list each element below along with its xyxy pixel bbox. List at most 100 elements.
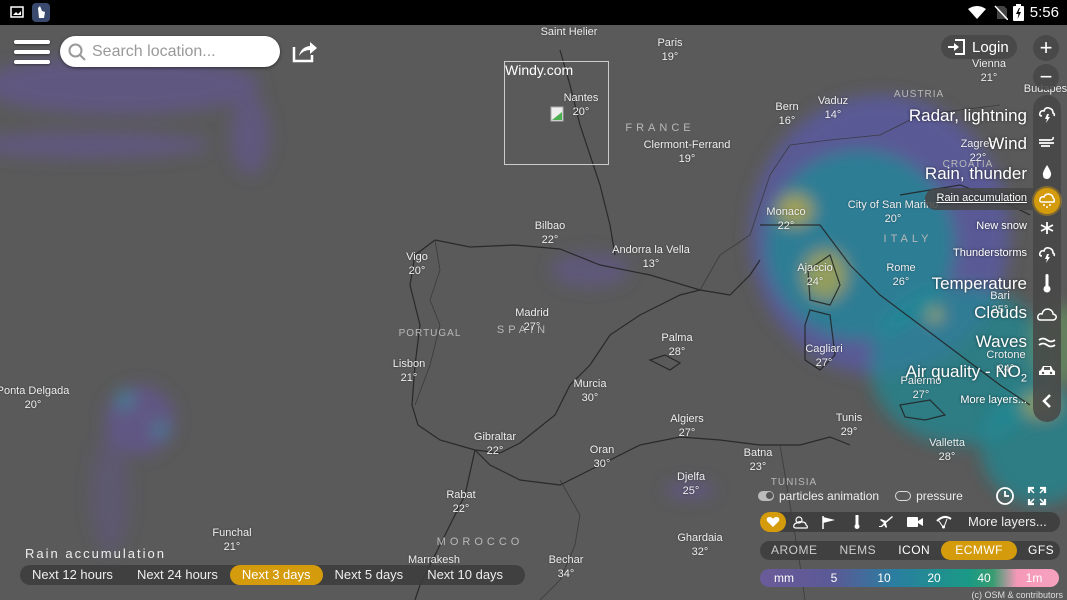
chevron-left-icon[interactable]: [1035, 389, 1059, 413]
layer-air-quality[interactable]: Air quality - NO2: [906, 362, 1027, 384]
webcam-icon[interactable]: [904, 512, 926, 532]
layer-temperature[interactable]: Temperature: [932, 274, 1027, 294]
layer-wind[interactable]: Wind: [988, 134, 1027, 154]
city-label[interactable]: Ghardaia 32°: [677, 531, 722, 559]
city-temperature: 34°: [557, 568, 575, 580]
snowflake-icon[interactable]: [1035, 216, 1059, 240]
raindrop-icon[interactable]: [1035, 160, 1059, 184]
zoom-in-button[interactable]: +: [1033, 35, 1059, 61]
layer-more-layers[interactable]: More layers...: [960, 394, 1027, 406]
time-tab-5d[interactable]: Next 5 days: [323, 565, 416, 585]
city-label[interactable]: Bechar 34°: [549, 553, 584, 581]
pressure-label: pressure: [916, 489, 963, 503]
layer-radar-lightning[interactable]: Radar, lightning: [909, 106, 1027, 126]
paraglider-icon[interactable]: [933, 512, 955, 532]
city-label[interactable]: Batna 23°: [744, 446, 773, 474]
city-label[interactable]: Clermont-Ferrand 19°: [644, 138, 731, 166]
time-tab-24h[interactable]: Next 24 hours: [125, 565, 230, 585]
city-label[interactable]: Djelfa 25°: [677, 470, 705, 498]
model-nems[interactable]: NEMS: [829, 541, 888, 560]
layer-waves[interactable]: Waves: [976, 332, 1027, 352]
airplane-icon[interactable]: [875, 512, 897, 532]
city-name: Oran: [589, 444, 615, 456]
share-icon[interactable]: [292, 39, 318, 63]
time-tab-3d[interactable]: Next 3 days: [229, 565, 323, 585]
model-icon[interactable]: ICON: [887, 541, 941, 560]
city-label[interactable]: Paris 19°: [657, 36, 682, 64]
fullscreen-icon[interactable]: [1027, 486, 1047, 506]
city-label[interactable]: Vigo 20°: [406, 250, 428, 278]
city-label[interactable]: Madrid 27°: [515, 306, 549, 334]
model-gfs[interactable]: GFS: [1017, 541, 1065, 560]
login-button[interactable]: Login: [941, 35, 1017, 59]
city-name: Batna: [743, 447, 773, 459]
city-name: Ghardaia: [677, 532, 723, 544]
model-ecmwf[interactable]: ECMWF: [941, 541, 1018, 560]
city-label[interactable]: Murcia 30°: [573, 377, 606, 405]
layer-thunderstorms[interactable]: Thunderstorms: [953, 247, 1027, 259]
clock-icon[interactable]: [995, 486, 1015, 506]
city-label[interactable]: Rome 26°: [886, 261, 915, 289]
city-label[interactable]: Bilbao 22°: [535, 219, 566, 247]
city-temperature: 20°: [884, 213, 902, 225]
thermometer-icon[interactable]: [846, 512, 868, 532]
city-label[interactable]: Algiers 27°: [670, 412, 704, 440]
country-label: PORTUGAL: [398, 328, 462, 339]
thunderstorm-icon[interactable]: [1035, 243, 1059, 267]
layer-rain-thunder[interactable]: Rain, thunder: [925, 164, 1027, 184]
city-label[interactable]: Valletta 28°: [929, 436, 965, 464]
layer-new-snow[interactable]: New snow: [976, 220, 1027, 232]
city-name: Saint Helier: [540, 26, 598, 38]
car-icon[interactable]: [1035, 359, 1059, 383]
layer-air-quality-label: Air quality - NO: [905, 362, 1021, 381]
layer-rain-accumulation[interactable]: Rain accumulation: [937, 192, 1028, 204]
city-label[interactable]: Saint Helier: [541, 25, 598, 39]
status-bar: 5:56: [0, 0, 1067, 25]
city-name: Vigo: [406, 251, 428, 263]
zoom-out-button[interactable]: −: [1033, 64, 1059, 90]
sun-cloud-icon[interactable]: [790, 512, 812, 532]
layer-clouds[interactable]: Clouds: [974, 303, 1027, 323]
model-arome[interactable]: AROME: [760, 541, 829, 560]
radar-lightning-icon[interactable]: [1035, 103, 1059, 127]
pressure-toggle[interactable]: pressure: [895, 489, 963, 503]
city-label[interactable]: Vaduz 14°: [818, 94, 848, 122]
city-label[interactable]: Funchal 21°: [212, 526, 251, 554]
city-label[interactable]: Vienna 21°: [972, 57, 1006, 85]
city-temperature: 14°: [824, 109, 842, 121]
particles-animation-toggle[interactable]: particles animation: [758, 489, 879, 503]
city-temperature: 23°: [749, 461, 767, 473]
legend-stop: 1m: [1025, 571, 1043, 585]
more-layers-button[interactable]: More layers...: [968, 514, 1047, 529]
time-tab-10d[interactable]: Next 10 days: [415, 565, 515, 585]
city-label[interactable]: Andorra la Vella 13°: [612, 243, 690, 271]
search-input[interactable]: [92, 42, 272, 61]
city-label[interactable]: Tunis 29°: [836, 411, 863, 439]
hamburger-menu-icon[interactable]: [14, 40, 50, 66]
waves-icon[interactable]: [1035, 330, 1059, 354]
city-label[interactable]: Lisbon 21°: [393, 357, 425, 385]
location-preview-box[interactable]: Windy.com: [504, 61, 609, 165]
time-tab-12h[interactable]: Next 12 hours: [20, 565, 125, 585]
map-attribution[interactable]: (c) OSM & contributors: [971, 590, 1063, 600]
city-temperature: 24°: [806, 276, 824, 288]
city-label[interactable]: Rabat 22°: [446, 488, 475, 516]
heart-icon[interactable]: [760, 512, 786, 532]
city-label[interactable]: Palma 28°: [661, 331, 692, 359]
legend-stop: 40: [977, 571, 991, 585]
color-legend[interactable]: mm 5 10 20 40 1m: [760, 569, 1059, 587]
windsock-icon[interactable]: [818, 512, 840, 532]
city-label[interactable]: Gibraltar 22°: [474, 430, 516, 458]
wind-icon[interactable]: [1035, 131, 1059, 155]
city-label[interactable]: Ajaccio 24°: [797, 261, 832, 289]
search-box[interactable]: [60, 36, 280, 67]
city-label[interactable]: Monaco 22°: [766, 205, 805, 233]
city-label[interactable]: Cagliari 27°: [805, 342, 842, 370]
cloud-icon[interactable]: [1035, 302, 1059, 326]
city-name: Lisbon: [392, 358, 426, 370]
rain-accumulation-icon[interactable]: [1034, 188, 1060, 214]
city-label[interactable]: Bern 16°: [775, 100, 798, 128]
thermometer-icon[interactable]: [1035, 271, 1059, 295]
city-label[interactable]: Oran 30°: [590, 443, 614, 471]
city-label[interactable]: Ponta Delgada 20°: [0, 384, 69, 412]
